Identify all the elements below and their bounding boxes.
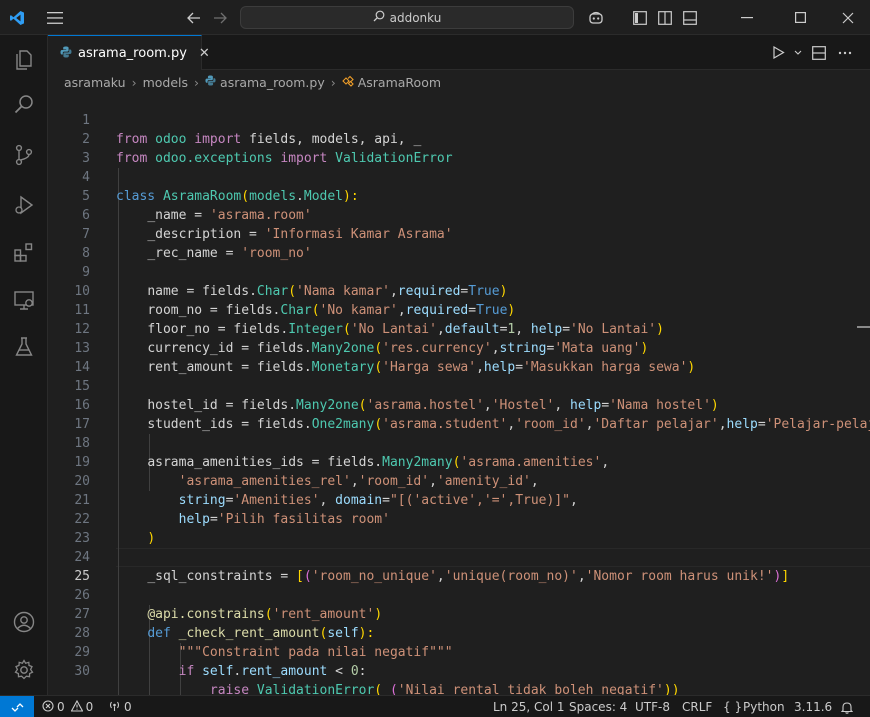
line-number: 30 bbox=[74, 664, 90, 679]
scrollbar-cursor-marker[interactable] bbox=[857, 326, 870, 328]
search-sidebar-icon[interactable] bbox=[0, 85, 48, 125]
code-line: 11 floor_no = fields.Integer('No Lantai'… bbox=[48, 282, 870, 337]
code-line: 5 _name = 'asrama.room' bbox=[48, 168, 870, 223]
code-line: 6 _description = 'Informasi Kamar Asrama… bbox=[48, 187, 870, 242]
class-symbol-icon bbox=[341, 75, 354, 90]
code-line: 25 bbox=[48, 548, 870, 584]
remote-indicator-icon[interactable] bbox=[0, 696, 34, 717]
python-file-icon bbox=[205, 75, 216, 89]
code-line: 21 help='Pilih fasilitas room' bbox=[48, 472, 870, 527]
ports-count: 0 bbox=[124, 700, 132, 714]
broadcast-icon bbox=[108, 700, 121, 715]
tab-label: asrama_room.py bbox=[78, 45, 187, 61]
activity-bar bbox=[0, 35, 48, 695]
code-line: 29 if self.rent_amount < 0: bbox=[48, 624, 870, 679]
code-line: 20 string='Amenities', domain="[('active… bbox=[48, 453, 870, 508]
indentation-status[interactable]: Spaces: 4 bbox=[569, 696, 627, 717]
accounts-icon[interactable] bbox=[0, 602, 48, 642]
menu-icon[interactable] bbox=[40, 0, 70, 35]
status-bar: 0 0 0 Ln 25, Col 1 Spaces: 4 UTF-8 CRLF … bbox=[0, 695, 870, 717]
breadcrumb-item-class[interactable]: AsramaRoom bbox=[358, 75, 441, 90]
run-dropdown-chevron-icon[interactable] bbox=[794, 35, 806, 70]
editor-tab-bar: asrama_room.py ✕ bbox=[48, 35, 870, 70]
problems-status[interactable]: 0 0 bbox=[42, 696, 93, 717]
search-icon bbox=[373, 10, 385, 25]
testing-icon[interactable] bbox=[0, 327, 48, 367]
title-bar: addonku bbox=[0, 0, 870, 35]
remote-explorer-icon[interactable] bbox=[0, 280, 48, 320]
code-line: 19 'asrama_amenities_rel','room_id','ame… bbox=[48, 434, 870, 489]
breadcrumb-item-models[interactable]: models bbox=[143, 75, 188, 90]
breadcrumb-chevron-icon: › bbox=[330, 74, 336, 90]
code-line: 2 from odoo.exceptions import Validation… bbox=[48, 111, 870, 166]
vscode-logo-icon bbox=[0, 0, 34, 35]
code-line: 3 bbox=[48, 130, 870, 166]
code-line: 1 from odoo import fields, models, api, … bbox=[48, 92, 870, 147]
command-center-search[interactable]: addonku bbox=[240, 6, 574, 29]
notifications-bell-icon[interactable] bbox=[841, 696, 853, 717]
code-line: 30 raise ValidationError(_('Nilai rental… bbox=[48, 643, 870, 695]
forward-arrow-icon[interactable] bbox=[208, 0, 232, 35]
code-editor[interactable]: 1 from odoo import fields, models, api, … bbox=[48, 92, 870, 695]
python-file-icon bbox=[60, 46, 72, 61]
toggle-primary-sidebar-icon[interactable] bbox=[630, 0, 650, 35]
code-line: 4 class AsramaRoom(models.Model): bbox=[48, 149, 870, 204]
code-line: 23 bbox=[48, 510, 870, 546]
run-python-file-icon[interactable] bbox=[772, 35, 794, 70]
close-window-icon[interactable] bbox=[826, 0, 870, 35]
more-actions-icon[interactable] bbox=[838, 35, 860, 70]
breadcrumb-item-file[interactable]: asrama_room.py bbox=[220, 75, 325, 90]
maximize-icon[interactable] bbox=[778, 0, 822, 35]
code-line: 12 currency_id = fields.Many2one('res.cu… bbox=[48, 301, 870, 356]
breadcrumb-chevron-icon: › bbox=[131, 74, 137, 90]
breadcrumb-chevron-icon: › bbox=[194, 74, 200, 90]
error-icon bbox=[42, 699, 54, 715]
back-arrow-icon[interactable] bbox=[182, 0, 206, 35]
language-mode[interactable]: Python bbox=[743, 696, 785, 717]
eol-status[interactable]: CRLF bbox=[682, 696, 712, 717]
ports-status[interactable]: 0 bbox=[108, 696, 132, 717]
warning-icon bbox=[70, 699, 84, 715]
toggle-secondary-sidebar-icon[interactable] bbox=[680, 0, 700, 35]
code-line: 26 @api.constrains('rent_amount') bbox=[48, 567, 870, 622]
code-line: 9 name = fields.Char('Nama kamar',requir… bbox=[48, 244, 870, 299]
cursor-position[interactable]: Ln 25, Col 1 bbox=[493, 696, 565, 717]
error-count: 0 bbox=[57, 700, 65, 714]
code-line: 27 def _check_rent_amount(self): bbox=[48, 586, 870, 641]
code-line: 16 student_ids = fields.One2many('asrama… bbox=[48, 377, 870, 432]
toggle-panel-icon[interactable] bbox=[655, 0, 675, 35]
extensions-icon[interactable] bbox=[0, 232, 48, 272]
tab-close-icon[interactable]: ✕ bbox=[199, 46, 210, 61]
code-line: 10 room_no = fields.Char('No kamar',requ… bbox=[48, 263, 870, 318]
tab-asrama-room-py[interactable]: asrama_room.py ✕ bbox=[48, 35, 210, 70]
settings-gear-icon[interactable] bbox=[0, 650, 48, 690]
code-line: 18 asrama_amenities_ids = fields.Many2ma… bbox=[48, 415, 870, 470]
language-braces-icon[interactable]: { } bbox=[723, 696, 742, 717]
search-text: addonku bbox=[389, 10, 442, 25]
encoding-status[interactable]: UTF-8 bbox=[635, 696, 670, 717]
code-line: 22 ) bbox=[48, 491, 870, 546]
run-debug-icon[interactable] bbox=[0, 185, 48, 225]
code-line: 28 """Constraint pada nilai negatif""" bbox=[48, 605, 870, 660]
source-control-icon[interactable] bbox=[0, 135, 48, 175]
code-line: 14 bbox=[48, 339, 870, 375]
split-editor-icon[interactable] bbox=[812, 35, 834, 70]
python-interpreter-version[interactable]: 3.11.6 bbox=[794, 696, 832, 717]
copilot-icon[interactable] bbox=[584, 0, 608, 35]
code-line: 17 bbox=[48, 396, 870, 432]
explorer-icon[interactable] bbox=[0, 40, 48, 80]
code-line: 7 _rec_name = 'room_no' bbox=[48, 206, 870, 261]
code-line: 8 bbox=[48, 225, 870, 261]
breadcrumb-item-asramaku[interactable]: asramaku bbox=[64, 75, 126, 90]
breadcrumb: asramaku › models › asrama_room.py › Asr… bbox=[48, 71, 870, 93]
code-line: 24 _sql_constraints = [('room_no_unique'… bbox=[48, 529, 870, 584]
code-line: 13 rent_amount = fields.Monetary('Harga … bbox=[48, 320, 870, 375]
minimize-icon[interactable] bbox=[725, 0, 769, 35]
code-line: 15 hostel_id = fields.Many2one('asrama.h… bbox=[48, 358, 870, 413]
warning-count: 0 bbox=[85, 700, 94, 714]
